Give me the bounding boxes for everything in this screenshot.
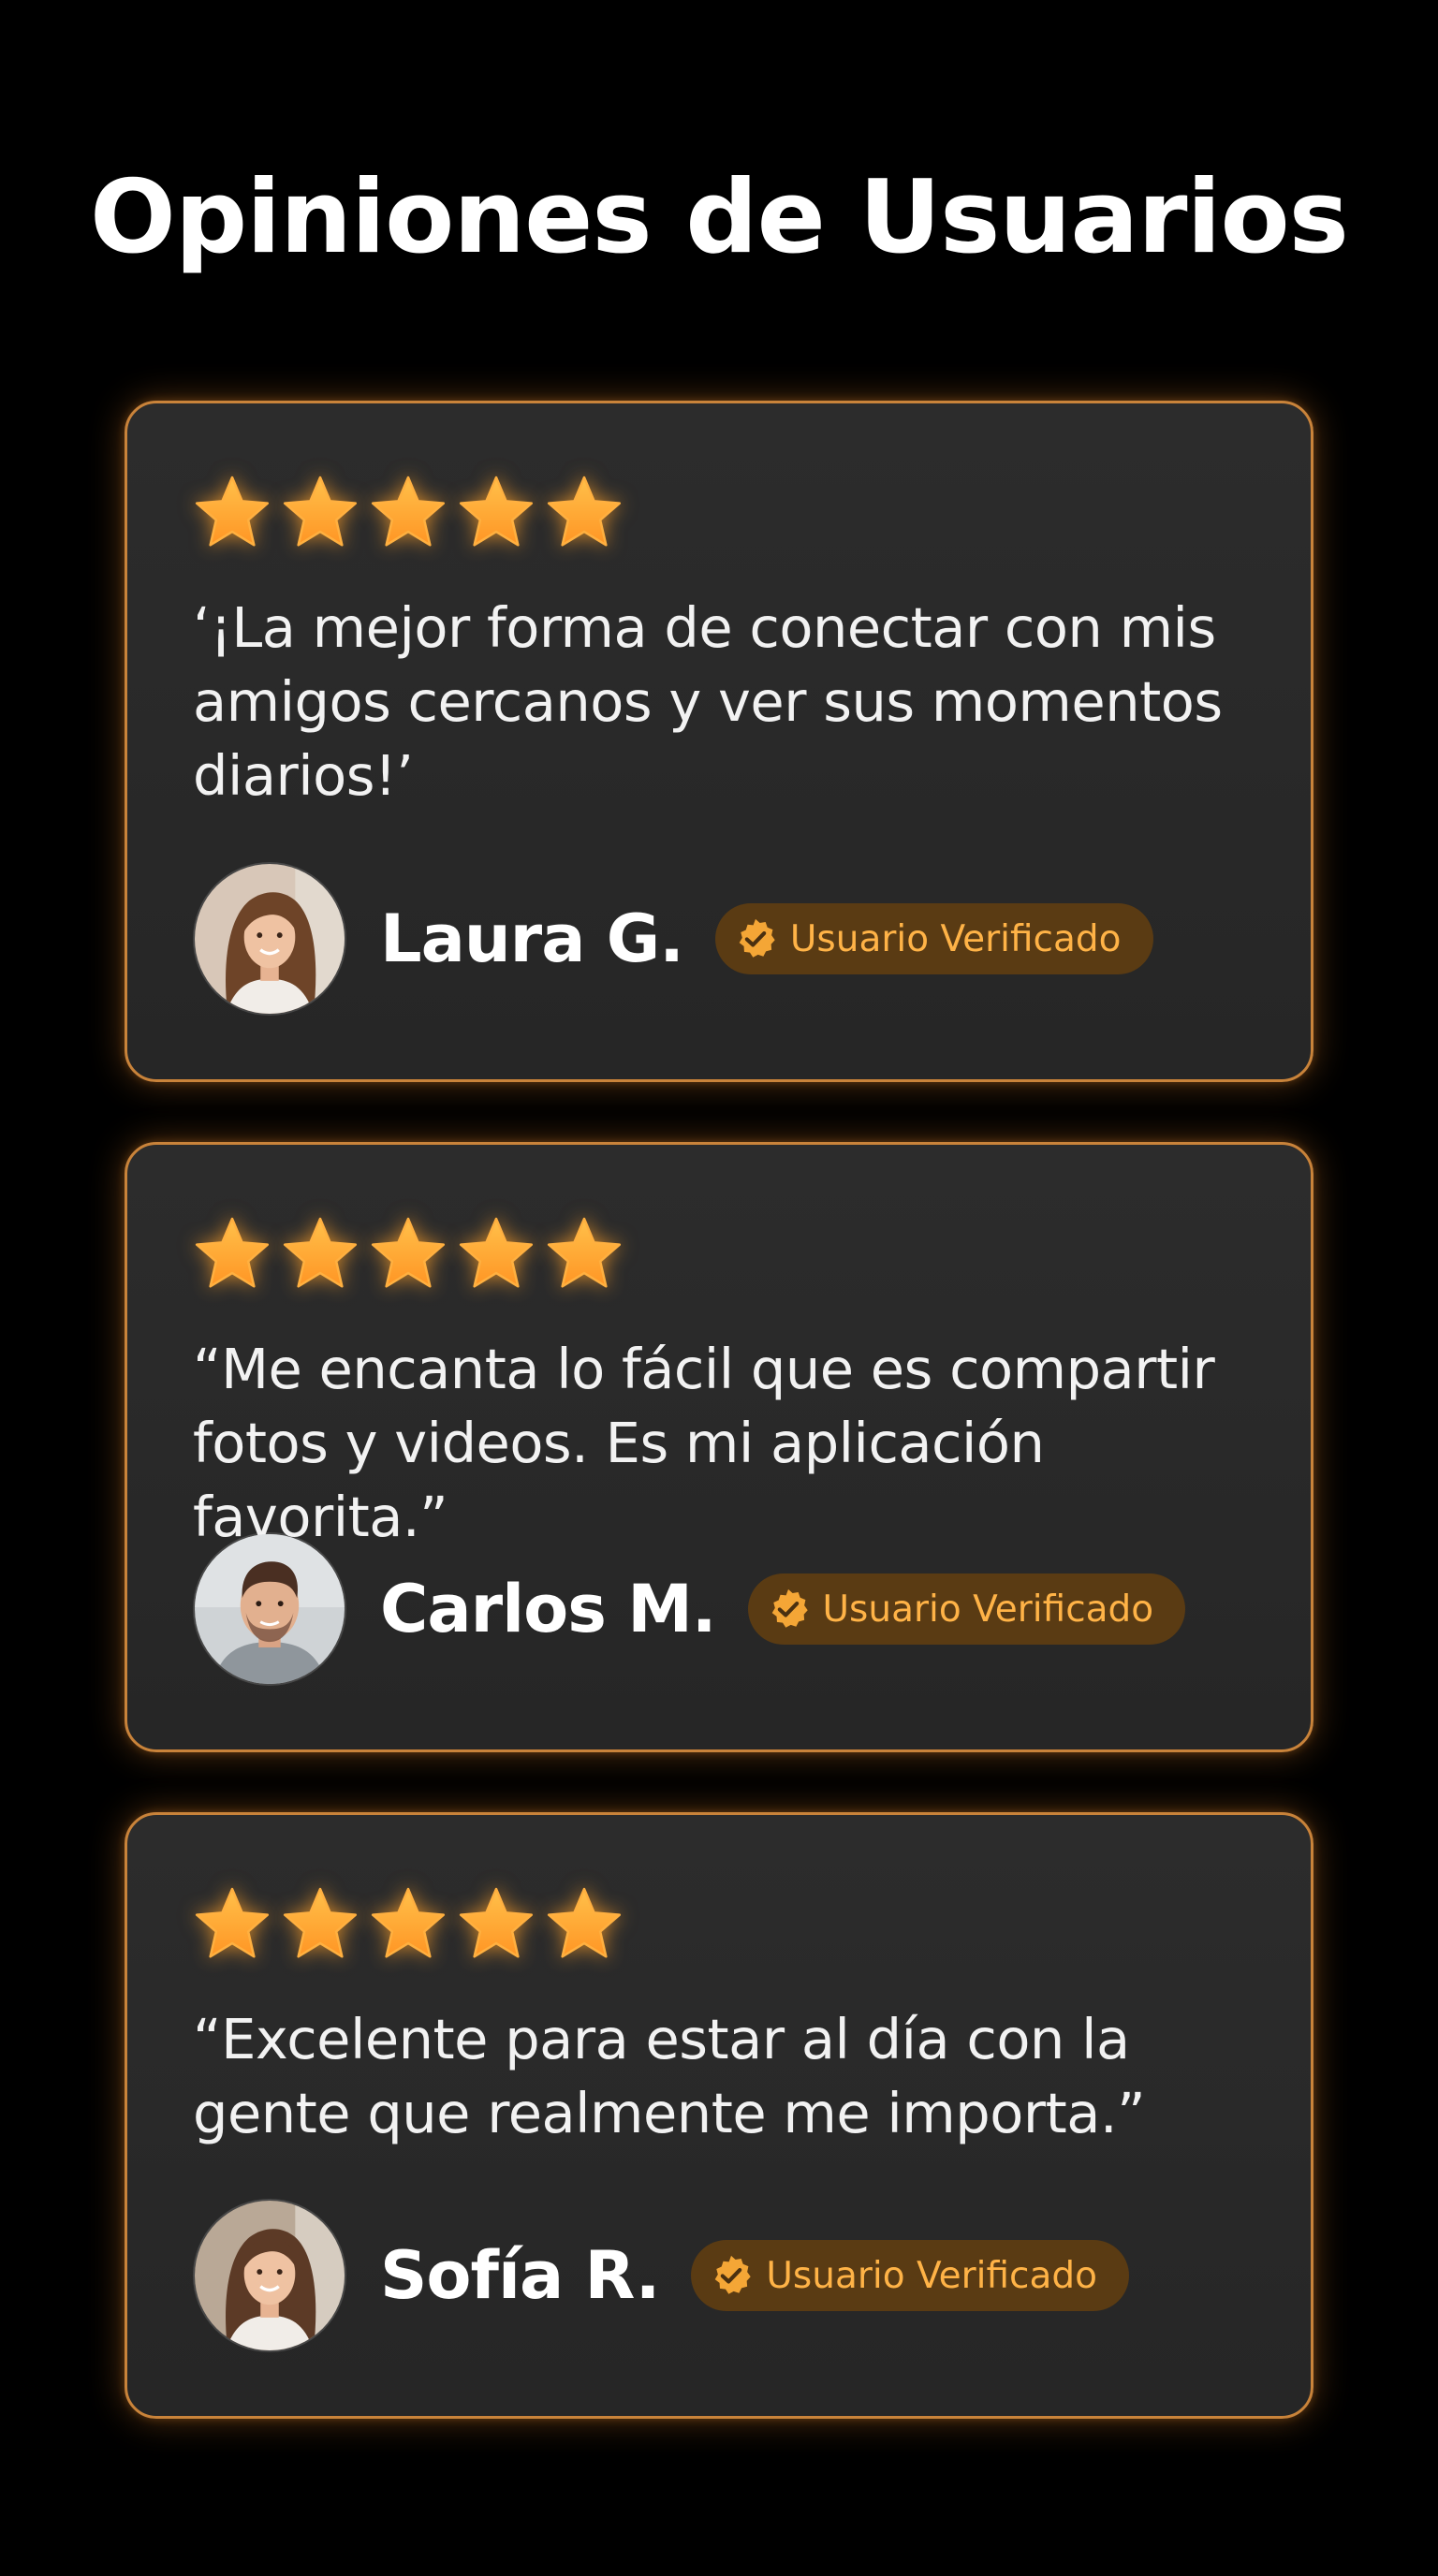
star-icon: [457, 1884, 536, 1963]
badge-label: Usuario Verificado: [766, 2254, 1098, 2297]
review-author: Sofía R. Usuario Verificado: [193, 2197, 1130, 2354]
star-icon: [281, 473, 360, 551]
review-quote: ‘¡La mejor forma de conectar con mis ami…: [193, 595, 1223, 808]
star-icon: [545, 473, 624, 551]
badge-label: Usuario Verificado: [822, 1588, 1154, 1631]
star-rating: [193, 473, 624, 551]
star-icon: [369, 473, 448, 551]
star-icon: [193, 1884, 271, 1963]
star-icon: [281, 1214, 360, 1293]
review-quote: “Me encanta lo fácil que es compartir fo…: [193, 1337, 1215, 1549]
verified-check-icon: [734, 917, 777, 960]
star-rating: [193, 1214, 624, 1293]
star-icon: [369, 1214, 448, 1293]
star-icon: [193, 1214, 271, 1293]
verified-badge: Usuario Verificado: [714, 903, 1153, 974]
star-rating: [193, 1884, 624, 1963]
star-icon: [545, 1884, 624, 1963]
avatar: [193, 862, 346, 1016]
review-card: ‘¡La mejor forma de conectar con mis ami…: [125, 401, 1313, 1082]
author-name: Sofía R.: [380, 2237, 660, 2314]
verified-badge: Usuario Verificado: [691, 2240, 1130, 2311]
verified-check-icon: [767, 1588, 810, 1631]
review-author: Carlos M. Usuario Verificado: [193, 1530, 1186, 1688]
star-icon: [193, 473, 271, 551]
star-icon: [457, 473, 536, 551]
verified-badge: Usuario Verificado: [747, 1573, 1186, 1645]
review-author: Laura G. Usuario Verificado: [193, 860, 1153, 1017]
page-title: Opiniones de Usuarios: [90, 159, 1349, 276]
review-card: “Me encanta lo fácil que es compartir fo…: [125, 1142, 1313, 1752]
star-icon: [281, 1884, 360, 1963]
verified-check-icon: [710, 2254, 753, 2297]
avatar: [193, 1532, 346, 1686]
badge-label: Usuario Verificado: [789, 917, 1122, 960]
star-icon: [457, 1214, 536, 1293]
author-name: Laura G.: [380, 900, 684, 977]
author-name: Carlos M.: [380, 1571, 716, 1647]
star-icon: [545, 1214, 624, 1293]
review-quote: “Excelente para estar al día con la gent…: [193, 2007, 1146, 2145]
review-card: “Excelente para estar al día con la gent…: [125, 1812, 1313, 2419]
star-icon: [369, 1884, 448, 1963]
avatar: [193, 2199, 346, 2352]
